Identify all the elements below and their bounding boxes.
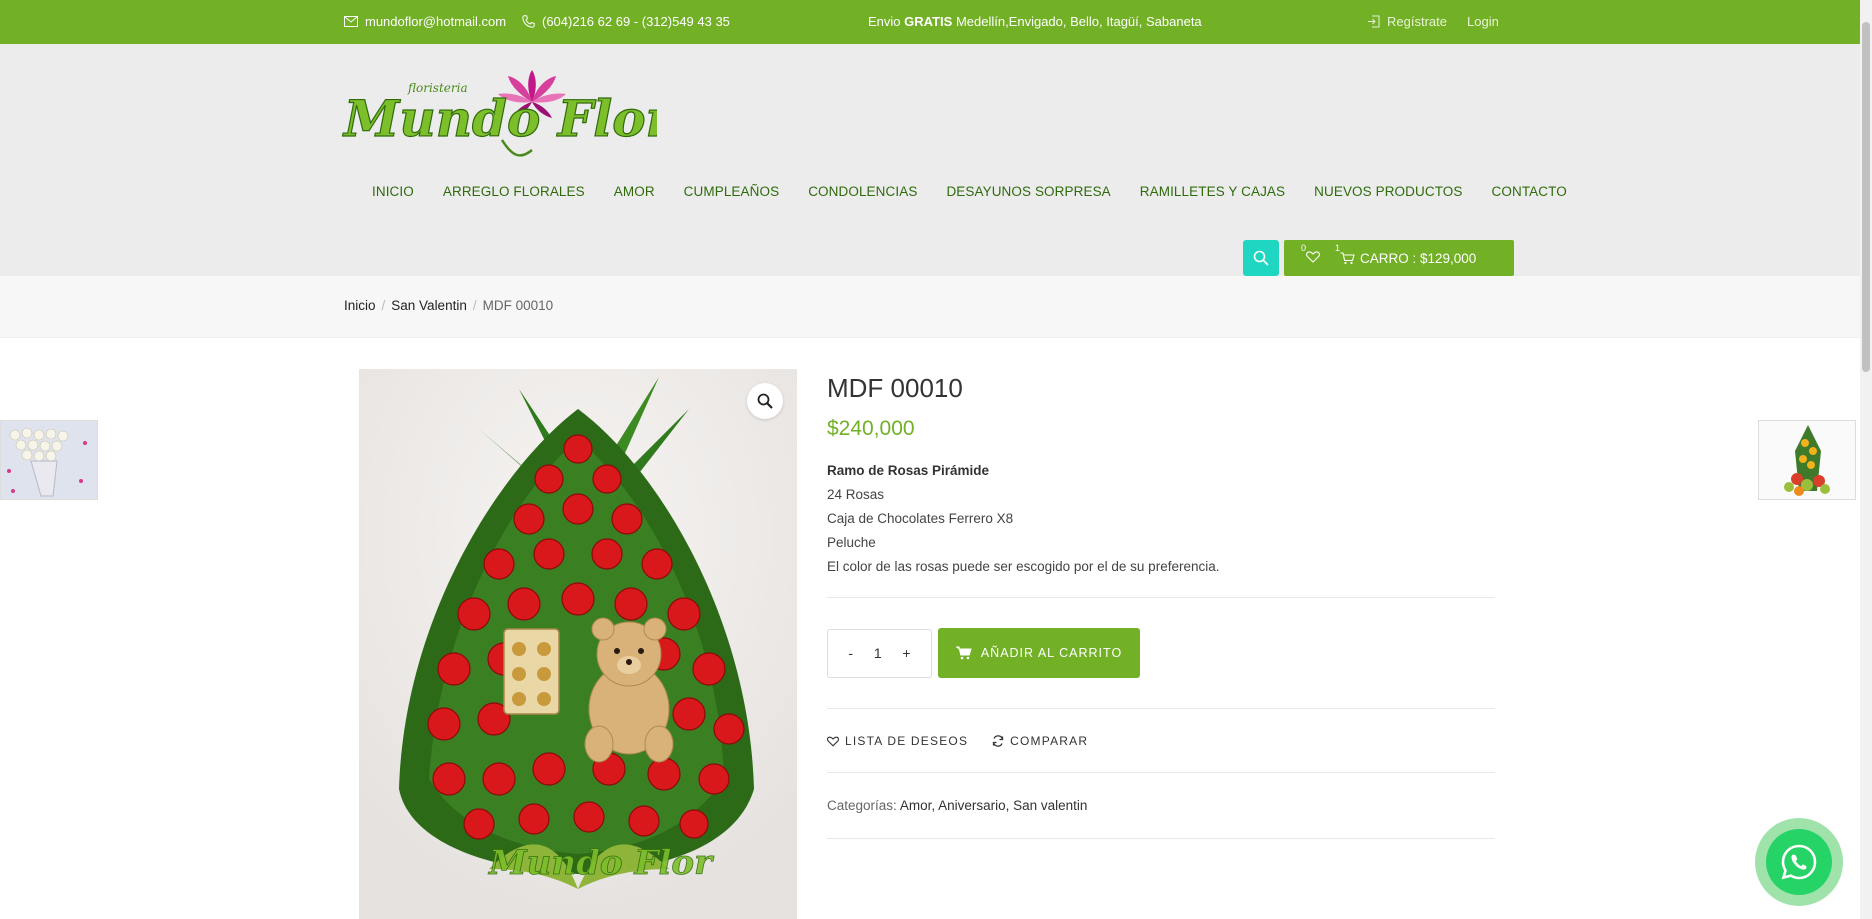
- wishlist-label: LISTA DE DESEOS: [845, 734, 969, 748]
- product-image[interactable]: Mundo Flor: [359, 369, 797, 919]
- quantity-minus-button[interactable]: -: [844, 645, 857, 661]
- logo-graphic: floristeria Mundo Flor: [341, 70, 676, 157]
- product-title: MDF 00010: [827, 373, 963, 403]
- product-price: $240,000: [827, 417, 915, 440]
- breadcrumb-category[interactable]: San Valentin: [391, 298, 467, 313]
- breadcrumb-home[interactable]: Inicio: [344, 298, 376, 313]
- cart-total-label: CARRO : $129,000: [1360, 250, 1477, 266]
- description-line: El color de las rosas puede ser escogido…: [827, 559, 1220, 574]
- divider: [827, 772, 1495, 773]
- site-logo[interactable]: floristeria Mundo Flor: [341, 64, 676, 164]
- nav-nuevos-productos[interactable]: NUEVOS PRODUCTOS: [1314, 184, 1462, 199]
- add-to-cart-label: AÑADIR AL CARRITO: [980, 646, 1123, 660]
- nav-inicio[interactable]: INICIO: [372, 184, 414, 199]
- description-line: Caja de Chocolates Ferrero X8: [827, 511, 1014, 526]
- previous-product-image: [1, 421, 97, 499]
- description-title: Ramo de Rosas Pirámide: [827, 463, 990, 478]
- login-link[interactable]: Login: [1467, 14, 1499, 29]
- quantity-stepper[interactable]: - 1 +: [827, 628, 932, 678]
- breadcrumb-separator: /: [381, 298, 386, 313]
- zoom-button[interactable]: [747, 383, 783, 419]
- page-scrollbar[interactable]: [1860, 0, 1872, 919]
- product-categories: Categorías: Amor, Aniversario, San valen…: [827, 798, 1495, 813]
- compare-label: COMPARAR: [1010, 734, 1089, 748]
- breadcrumb: Inicio / San Valentin / MDF 00010: [0, 276, 1860, 338]
- heart-icon: [827, 736, 839, 747]
- product-actions: LISTA DE DESEOS COMPARAR: [827, 734, 1495, 748]
- next-product-thumbnail[interactable]: [1758, 420, 1856, 500]
- whatsapp-button-core: [1766, 829, 1832, 895]
- categories-links[interactable]: Amor, Aniversario, San valentin: [900, 798, 1088, 813]
- zoom-icon: [757, 393, 773, 409]
- scrollbar-thumb[interactable]: [1862, 22, 1870, 372]
- nav-amor[interactable]: AMOR: [614, 184, 655, 199]
- nav-arreglo-florales[interactable]: ARREGLO FLORALES: [443, 184, 585, 199]
- wishlist-count: 0: [1301, 242, 1307, 253]
- next-product-image: [1759, 421, 1855, 499]
- nav-cumpleanos[interactable]: CUMPLEAÑOS: [684, 184, 780, 199]
- cart-button[interactable]: 0 1 CARRO : $129,000: [1284, 240, 1514, 276]
- free-shipping-banner: Envio GRATIS Medellín,Envigado, Bello, I…: [868, 14, 1202, 29]
- promo-rest: Medellín,Envigado, Bello, Itagüí, Sabane…: [955, 14, 1202, 29]
- divider: [827, 708, 1495, 709]
- nav-contacto[interactable]: CONTACTO: [1492, 184, 1567, 199]
- whatsapp-icon: [1781, 844, 1817, 880]
- nav-desayunos-sorpresa[interactable]: DESAYUNOS SORPRESA: [946, 184, 1110, 199]
- register-link[interactable]: Regístrate: [1367, 14, 1447, 29]
- whatsapp-chat-button[interactable]: [1755, 818, 1843, 906]
- product-description: Ramo de Rosas Pirámide 24 Rosas Caja de …: [827, 459, 1495, 579]
- cart-count: 1: [1335, 242, 1341, 253]
- cart-icon: [955, 646, 972, 660]
- breadcrumb-current: MDF 00010: [482, 298, 554, 313]
- description-line: 24 Rosas: [827, 487, 885, 502]
- logo-brand-text: Mundo Flor: [342, 89, 657, 148]
- previous-product-thumbnail[interactable]: [0, 420, 98, 500]
- contact-phone[interactable]: (604)216 62 69 - (312)549 43 35: [522, 14, 730, 29]
- nav-ramilletes-y-cajas[interactable]: RAMILLETES Y CAJAS: [1140, 184, 1285, 199]
- add-to-cart-row: - 1 + AÑADIR AL CARRITO: [827, 628, 1495, 678]
- cart-icon: [1340, 251, 1355, 264]
- divider: [827, 597, 1495, 598]
- description-line: Peluche: [827, 535, 876, 550]
- breadcrumb-separator: /: [472, 298, 477, 313]
- login-label: Login: [1467, 14, 1499, 29]
- nav-condolencias[interactable]: CONDOLENCIAS: [808, 184, 917, 199]
- add-to-cart-button[interactable]: AÑADIR AL CARRITO: [938, 628, 1140, 678]
- promo-prefix: Envio: [868, 14, 901, 29]
- phone-text: (604)216 62 69 - (312)549 43 35: [542, 14, 730, 29]
- image-watermark: Mundo Flor: [488, 843, 714, 883]
- top-bar: mundoflor@hotmail.com (604)216 62 69 - (…: [0, 0, 1860, 44]
- categories-label: Categorías:: [827, 798, 897, 813]
- heart-icon: [1306, 250, 1320, 263]
- add-to-wishlist-link[interactable]: LISTA DE DESEOS: [827, 734, 968, 748]
- wishlist-counter[interactable]: 0: [1301, 243, 1320, 266]
- search-icon: [1253, 250, 1269, 266]
- compare-link[interactable]: COMPARAR: [992, 734, 1088, 748]
- site-header: floristeria Mundo Flor INICIO ARREGLO FL…: [0, 44, 1860, 276]
- quantity-value[interactable]: 1: [870, 645, 886, 661]
- divider: [827, 838, 1495, 839]
- register-label: Regístrate: [1387, 14, 1447, 29]
- promo-bold: GRATIS: [904, 14, 953, 29]
- quantity-plus-button[interactable]: +: [898, 645, 914, 661]
- login-icon: [1368, 15, 1380, 28]
- refresh-icon: [993, 735, 1004, 747]
- phone-icon: [522, 15, 535, 28]
- email-text: mundoflor@hotmail.com: [365, 14, 507, 29]
- product-details: MDF 00010 $240,000 Ramo de Rosas Pirámid…: [827, 369, 1495, 839]
- contact-email[interactable]: mundoflor@hotmail.com: [344, 14, 506, 29]
- product-photo: Mundo Flor: [359, 369, 797, 919]
- main-nav: INICIO ARREGLO FLORALES AMOR CUMPLEAÑOS …: [372, 184, 1596, 199]
- cart-summary[interactable]: 1 CARRO : $129,000: [1335, 243, 1477, 266]
- search-button[interactable]: [1243, 240, 1279, 276]
- envelope-icon: [344, 16, 358, 27]
